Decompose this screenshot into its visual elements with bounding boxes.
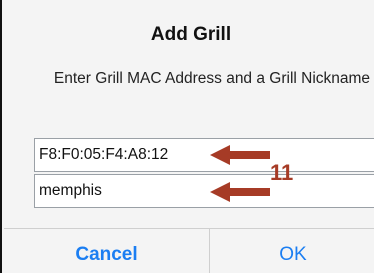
screenshot: Add Grill Enter Grill MAC Address and a …: [0, 0, 374, 273]
button-divider-horizontal: [4, 228, 374, 229]
nickname-field[interactable]: memphis: [34, 174, 374, 208]
dialog-title: Add Grill: [150, 24, 232, 45]
annotation-step-number: 11: [270, 160, 294, 185]
add-grill-dialog: Add Grill Enter Grill MAC Address and a …: [0, 0, 374, 273]
dialog-message: Enter Grill MAC Address and a Grill Nick…: [53, 70, 371, 87]
cancel-button[interactable]: Cancel: [4, 240, 209, 270]
mac-address-field[interactable]: F8:F0:05:F4:A8:12: [34, 138, 374, 172]
ok-button[interactable]: OK: [210, 240, 374, 270]
mac-address-value: F8:F0:05:F4:A8:12: [39, 146, 169, 163]
nickname-value: memphis: [39, 182, 102, 199]
